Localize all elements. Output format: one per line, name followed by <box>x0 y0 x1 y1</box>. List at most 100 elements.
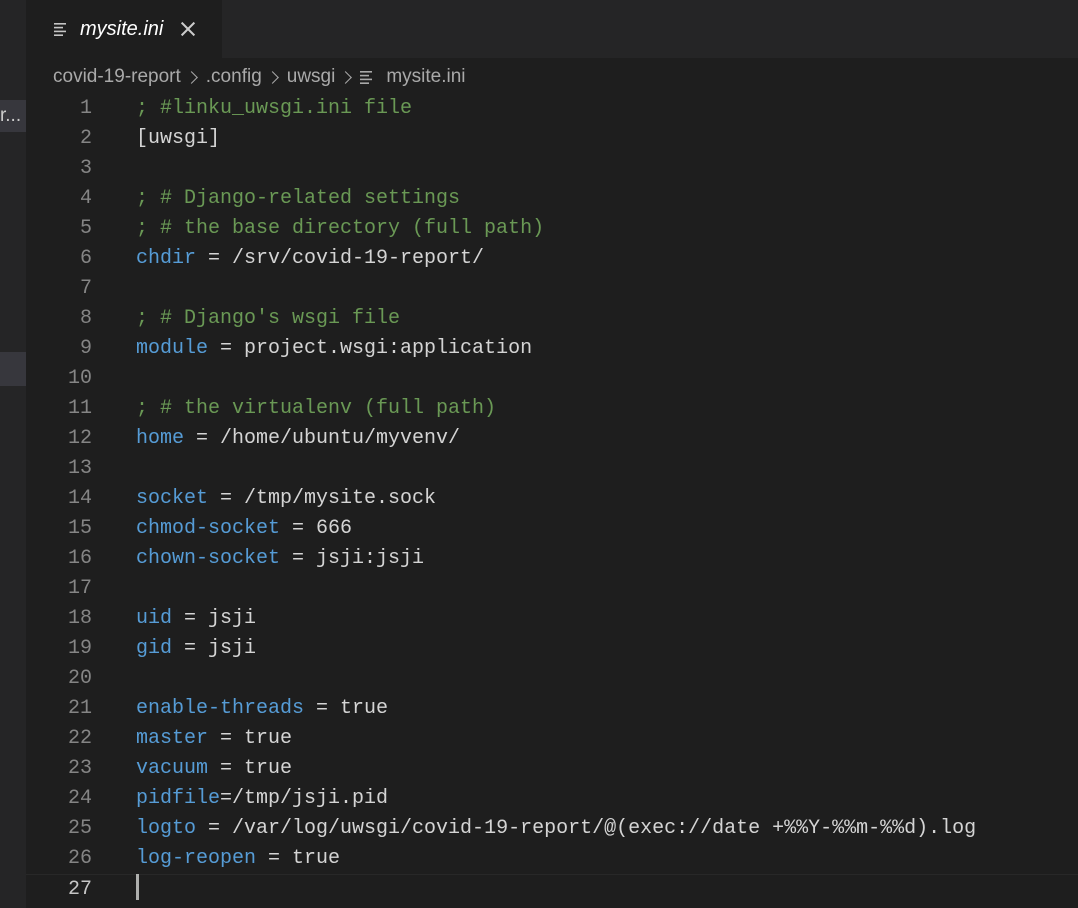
line-number: 7 <box>79 277 92 300</box>
key-token: socket <box>136 487 209 510</box>
line-number: 23 <box>67 757 92 780</box>
code-line[interactable]: 23 vacuum = true <box>26 754 1078 784</box>
breadcrumb-item-project[interactable]: covid-19-report <box>53 66 181 88</box>
close-icon[interactable] <box>179 20 197 38</box>
code-text: uid = jsji <box>136 604 256 634</box>
code-line[interactable]: 8 ; # Django's wsgi file <box>26 304 1078 334</box>
comment-token: ; # Django-related settings <box>136 187 461 210</box>
sidebar-item-truncated[interactable]: r... <box>0 100 26 132</box>
line-number: 25 <box>67 817 92 840</box>
code-line[interactable]: 2 [uwsgi] <box>26 124 1078 154</box>
sidebar-item-selected[interactable] <box>0 352 26 386</box>
chevron-right-icon <box>184 70 198 84</box>
file-lines-icon <box>54 22 66 36</box>
key-token: logto <box>136 817 197 840</box>
comment-token: ; # the virtualenv (full path) <box>136 397 497 420</box>
line-number: 20 <box>67 667 92 690</box>
code-line[interactable]: 19 gid = jsji <box>26 634 1078 664</box>
value-token: = jsji:jsji <box>280 547 425 570</box>
code-text: logto = /var/log/uwsgi/covid-19-report/@… <box>136 814 976 844</box>
value-token: = project.wsgi:application <box>208 337 533 360</box>
value-token: = /var/log/uwsgi/covid-19-report/@(exec:… <box>196 817 977 840</box>
value-token: = true <box>208 727 293 750</box>
code-line[interactable]: 24 pidfile=/tmp/jsji.pid <box>26 784 1078 814</box>
code-line[interactable]: 22 master = true <box>26 724 1078 754</box>
section-token: [uwsgi] <box>136 127 221 150</box>
value-token: = /tmp/mysite.sock <box>208 487 437 510</box>
key-token: log-reopen <box>136 847 257 870</box>
comment-token: ; # Django's wsgi file <box>136 307 401 330</box>
chevron-right-icon <box>265 70 279 84</box>
key-token: chown-socket <box>136 547 281 570</box>
line-number: 8 <box>79 307 92 330</box>
key-token: vacuum <box>136 757 209 780</box>
line-number: 11 <box>67 397 92 420</box>
breadcrumb-file-label: mysite.ini <box>386 66 466 87</box>
line-number: 6 <box>79 247 92 270</box>
breadcrumb-item-file[interactable]: mysite.ini <box>360 66 466 88</box>
code-line[interactable]: 5 ; # the base directory (full path) <box>26 214 1078 244</box>
value-token: =/tmp/jsji.pid <box>220 787 389 810</box>
code-text: ; # Django-related settings <box>136 184 460 214</box>
code-text: enable-threads = true <box>136 694 388 724</box>
value-token: = 666 <box>280 517 353 540</box>
code-line[interactable]: 12 home = /home/ubuntu/myvenv/ <box>26 424 1078 454</box>
code-line[interactable]: 7 <box>26 274 1078 304</box>
code-line[interactable]: 9 module = project.wsgi:application <box>26 334 1078 364</box>
value-token: = jsji <box>172 607 257 630</box>
line-number: 22 <box>67 727 92 750</box>
code-line[interactable]: 17 <box>26 574 1078 604</box>
code-line[interactable]: 14 socket = /tmp/mysite.sock <box>26 484 1078 514</box>
line-number: 19 <box>67 637 92 660</box>
code-line[interactable]: 13 <box>26 454 1078 484</box>
breadcrumb-item-config[interactable]: .config <box>206 66 262 88</box>
code-line[interactable]: 25 logto = /var/log/uwsgi/covid-19-report… <box>26 814 1078 844</box>
line-number: 5 <box>79 217 92 240</box>
breadcrumb: covid-19-report .config uwsgi mysite.ini <box>53 58 466 96</box>
key-token: home <box>136 427 185 450</box>
file-lines-icon <box>360 70 373 84</box>
line-number: 4 <box>79 187 92 210</box>
code-editor[interactable]: 1 ; #linku_uwsgi.ini file 2 [uwsgi] 3 4 ; # Dj… <box>26 94 1078 908</box>
key-token: pidfile <box>136 787 221 810</box>
key-token: uid <box>136 607 173 630</box>
code-text: master = true <box>136 724 292 754</box>
line-number: 10 <box>67 367 92 390</box>
code-text: ; # Django's wsgi file <box>136 304 400 334</box>
line-number: 15 <box>67 517 92 540</box>
code-line[interactable]: 20 <box>26 664 1078 694</box>
code-text: chmod-socket = 666 <box>136 514 352 544</box>
value-token: = jsji <box>172 637 257 660</box>
code-text: module = project.wsgi:application <box>136 334 532 364</box>
breadcrumb-item-uwsgi[interactable]: uwsgi <box>287 66 336 88</box>
text-cursor <box>136 874 139 901</box>
value-token: = true <box>304 697 389 720</box>
comment-token: ; # the base directory (full path) <box>136 217 545 240</box>
code-line[interactable]: 15 chmod-socket = 666 <box>26 514 1078 544</box>
code-line[interactable]: 10 <box>26 364 1078 394</box>
key-token: master <box>136 727 209 750</box>
key-token: chdir <box>136 247 197 270</box>
line-number: 9 <box>79 337 92 360</box>
code-line[interactable]: 21 enable-threads = true <box>26 694 1078 724</box>
value-token: = /srv/covid-19-report/ <box>196 247 485 270</box>
tab-label: mysite.ini <box>80 17 164 40</box>
code-text: gid = jsji <box>136 634 256 664</box>
code-line[interactable]: 16 chown-socket = jsji:jsji <box>26 544 1078 574</box>
tab-mysite-ini[interactable]: mysite.ini <box>26 0 222 58</box>
code-line[interactable]: 18 uid = jsji <box>26 604 1078 634</box>
code-line[interactable]: 11 ; # the virtualenv (full path) <box>26 394 1078 424</box>
line-number: 21 <box>67 697 92 720</box>
chevron-right-icon <box>339 70 353 84</box>
line-number: 12 <box>67 427 92 450</box>
code-line[interactable]: 4 ; # Django-related settings <box>26 184 1078 214</box>
key-token: enable-threads <box>136 697 305 720</box>
key-token: chmod-socket <box>136 517 281 540</box>
code-line[interactable]: 6 chdir = /srv/covid-19-report/ <box>26 244 1078 274</box>
line-number: 18 <box>67 607 92 630</box>
value-token: = /home/ubuntu/myvenv/ <box>184 427 461 450</box>
code-line[interactable]: 3 <box>26 154 1078 184</box>
code-line[interactable]: 1 ; #linku_uwsgi.ini file <box>26 94 1078 124</box>
code-line[interactable]: 26 log-reopen = true <box>26 844 1078 874</box>
explorer-sidebar-edge: r... <box>0 0 26 908</box>
